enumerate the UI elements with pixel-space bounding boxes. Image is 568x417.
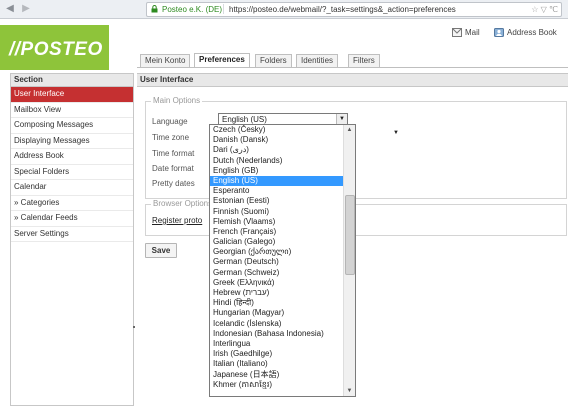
language-option[interactable]: Japanese (日本語) [210,370,343,380]
scroll-down-arrow-icon[interactable]: ▼ [344,386,355,396]
language-option[interactable]: Esperanto [210,186,343,196]
sidebar-item-address-book[interactable]: Address Book [11,149,133,165]
language-option[interactable]: Dari (دری) [210,145,343,155]
pretty-dates-label: Pretty dates [152,179,195,188]
language-option[interactable]: Irish (Gaedhilge) [210,349,343,359]
forward-arrow-icon[interactable]: ▶ [20,3,32,15]
dropdown-scrollbar[interactable]: ▲ ▼ [343,125,355,396]
time-zone-dropdown-arrow-icon[interactable]: ▼ [393,130,399,136]
language-option[interactable]: Icelandic (Íslenska) [210,319,343,329]
chevron-down-icon[interactable]: ▼ [336,114,347,124]
language-option[interactable]: German (Deutsch) [210,257,343,267]
scroll-up-arrow-icon[interactable]: ▲ [344,125,355,135]
splitter-grip-icon [133,326,135,328]
divider [223,4,224,14]
language-option[interactable]: Danish (Dansk) [210,135,343,145]
language-option[interactable]: Finnish (Suomi) [210,207,343,217]
language-options: Czech (Česky) Danish (Dansk) Dari (دری) Dut… [210,125,343,390]
language-option[interactable]: Hungarian (Magyar) [210,308,343,318]
language-option[interactable]: Khmer (ភាសាខ្មែរ) [210,380,343,390]
section-sidebar: Section User Interface Mailbox View Comp… [10,73,134,406]
address-bar[interactable]: Posteo e.K. (DE) https://posteo.de/webma… [146,2,562,17]
sidebar-item-displaying-messages[interactable]: Displaying Messages [11,134,133,149]
sidebar-item-server-settings[interactable]: Server Settings [11,227,133,242]
language-option[interactable]: Italian (Italiano) [210,359,343,369]
language-option[interactable]: Hebrew (עברית) [210,288,343,298]
language-option[interactable]: English (GB) [210,166,343,176]
time-format-label: Time format [152,149,195,158]
bookmark-star-icon[interactable]: ☆ ▽ ℃ [531,4,558,15]
lock-icon [151,5,158,13]
address-book-label: Address Book [507,28,557,37]
time-zone-label: Time zone [152,133,190,142]
tab-folders[interactable]: Folders [255,54,292,67]
address-book-link[interactable]: Address Book [494,27,557,39]
tab-baseline [137,67,568,68]
tab-filters[interactable]: Filters [348,54,380,67]
mail-link[interactable]: Mail [452,27,480,39]
sidebar-item-mailbox-view[interactable]: Mailbox View [11,103,133,118]
register-protocol-link[interactable]: Register proto [152,216,202,225]
logo-text: //POSTEO [9,39,103,60]
tab-identities[interactable]: Identities [296,54,339,67]
tab-mein-konto[interactable]: Mein Konto [140,54,191,67]
language-selected-value: English (US) [222,115,267,124]
language-option[interactable]: English (US) [210,175,343,187]
sidebar-item-user-interface[interactable]: User Interface [11,87,133,103]
posteo-logo[interactable]: //POSTEO [0,25,109,70]
language-option[interactable]: Hindi (हिन्दी) [210,298,343,308]
language-option[interactable]: French (Français) [210,227,343,237]
scrollbar-thumb[interactable] [345,195,355,275]
sidebar-item-categories[interactable]: » Categories [11,196,133,211]
language-dropdown-list[interactable]: Czech (Česky) Danish (Dansk) Dari (دری) Dut… [209,124,356,397]
browser-toolbar: ◀ ▶ Posteo e.K. (DE) https://posteo.de/w… [0,0,568,19]
back-arrow-icon[interactable]: ◀ [4,3,16,15]
sidebar-item-calendar[interactable]: Calendar [11,180,133,196]
panel-title: User Interface [137,74,568,87]
language-option[interactable]: Flemish (Vlaams) [210,217,343,227]
address-book-icon [494,28,504,38]
language-label: Language [152,117,188,126]
sidebar-item-composing-messages[interactable]: Composing Messages [11,118,133,134]
tab-preferences[interactable]: Preferences [194,53,250,67]
save-button[interactable]: Save [145,243,177,258]
mail-icon [452,28,462,38]
mail-label: Mail [465,28,480,37]
language-option[interactable]: Indonesian (Bahasa Indonesia) [210,329,343,339]
language-option[interactable]: Dutch (Nederlands) [210,156,343,166]
language-option[interactable]: Interlingua [210,339,343,349]
language-option[interactable]: Czech (Česky) [210,125,343,135]
language-option[interactable]: German (Schweiz) [210,268,343,278]
main-options-legend: Main Options [151,96,203,106]
browser-options-legend: Browser Options [151,199,215,209]
date-format-label: Date format [152,164,194,173]
language-option[interactable]: Estonian (Eesti) [210,196,343,206]
site-identity: Posteo e.K. (DE) [162,5,223,14]
sidebar-item-special-folders[interactable]: Special Folders [11,165,133,180]
sidebar-title: Section [11,74,133,87]
url-text[interactable]: https://posteo.de/webmail/?_task=setting… [229,4,456,15]
language-option[interactable]: Greek (Ελληνικά) [210,278,343,288]
sidebar-item-calendar-feeds[interactable]: » Calendar Feeds [11,211,133,227]
language-option[interactable]: Galician (Galego) [210,237,343,247]
language-option[interactable]: Georgian (ქართული) [210,247,343,257]
